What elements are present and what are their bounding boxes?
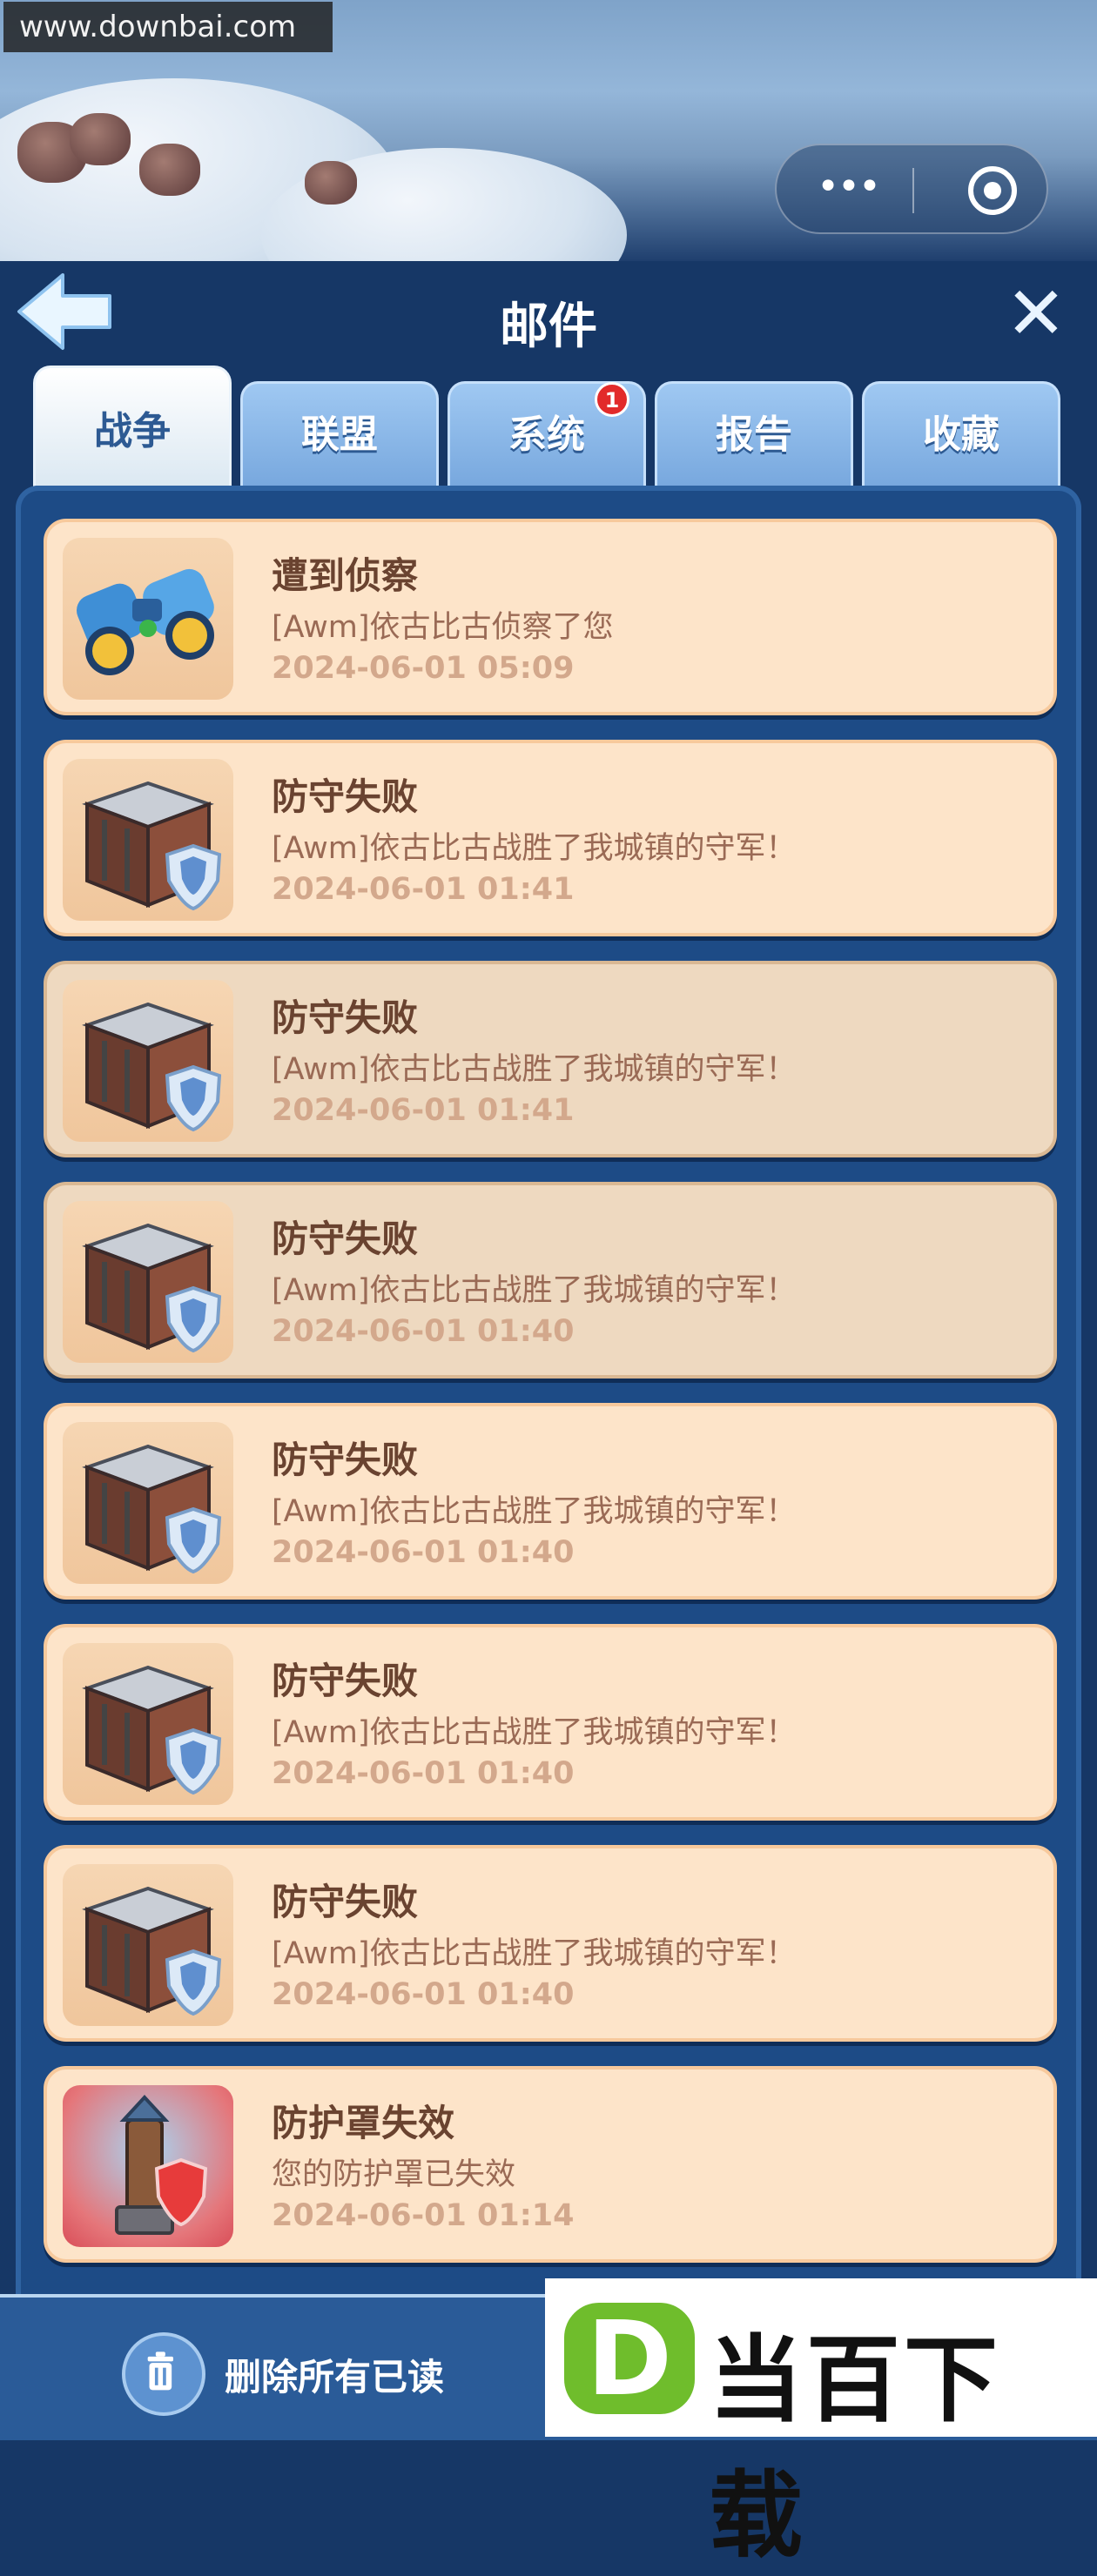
close-icon[interactable]: ✕: [1003, 277, 1069, 350]
castle-shield-icon: [82, 1444, 222, 1574]
mail-title: 防守失败: [272, 1218, 419, 1260]
mail-body: [Awm]依古比古战胜了我城镇的守军！: [272, 1715, 797, 1750]
mail-item[interactable]: 防守失败 [Awm]依古比古战胜了我城镇的守军！ 2024-06-01 01:4…: [44, 1403, 1057, 1600]
mail-time: 2024-06-01 05:09: [272, 651, 575, 686]
mail-time: 2024-06-01 01:40: [272, 1535, 575, 1570]
page-title: 邮件: [500, 299, 597, 355]
mail-body: [Awm]依古比古战胜了我城镇的守军！: [272, 1936, 797, 1971]
more-icon[interactable]: •••: [813, 168, 883, 210]
mail-title: 防守失败: [272, 1881, 419, 1923]
mail-time: 2024-06-01 01:40: [272, 1314, 575, 1349]
mini-program-capsule: •••: [775, 144, 1048, 234]
mail-title: 防守失败: [272, 1660, 419, 1702]
mail-title: 防护罩失效: [272, 2102, 455, 2144]
mail-icon-box: [63, 980, 233, 1142]
mail-header: 邮件 ✕: [0, 261, 1097, 366]
mail-title: 防守失败: [272, 775, 419, 818]
mail-icon-box: [63, 538, 233, 700]
binoculars-icon: [76, 568, 214, 675]
castle-shield-icon: [82, 781, 222, 911]
rock: [139, 144, 200, 196]
mail-icon-box: [63, 759, 233, 921]
tab-system-label: 系统: [508, 413, 585, 457]
close-program-icon[interactable]: [968, 166, 1017, 215]
mail-icon-box: [63, 1422, 233, 1584]
notification-badge: 1: [595, 382, 629, 417]
mail-icon-box: [63, 2085, 233, 2247]
tab-alliance[interactable]: 联盟: [240, 381, 439, 486]
mail-icon-box: [63, 1201, 233, 1363]
mail-item[interactable]: 防护罩失效 您的防护罩已失效 2024-06-01 01:14: [44, 2066, 1057, 2263]
mail-item[interactable]: 遭到侦察 [Awm]依古比古侦察了您 2024-06-01 05:09: [44, 519, 1057, 715]
mail-title: 防守失败: [272, 996, 419, 1039]
tab-favorites[interactable]: 收藏: [862, 381, 1060, 486]
mail-time: 2024-06-01 01:14: [272, 2198, 575, 2233]
mail-item[interactable]: 防守失败 [Awm]依古比古战胜了我城镇的守军！ 2024-06-01 01:4…: [44, 961, 1057, 1157]
mail-time: 2024-06-01 01:41: [272, 872, 575, 907]
mail-item[interactable]: 防守失败 [Awm]依古比古战胜了我城镇的守军！ 2024-06-01 01:4…: [44, 740, 1057, 936]
castle-shield-icon: [82, 1886, 222, 2016]
rock: [305, 161, 357, 205]
mail-icon-box: [63, 1864, 233, 2026]
mail-body: 您的防护罩已失效: [272, 2157, 516, 2192]
capsule-divider: [912, 168, 914, 213]
tab-war[interactable]: 战争: [33, 366, 232, 487]
mail-title: 遭到侦察: [272, 554, 419, 597]
rock: [70, 113, 131, 165]
mail-body: [Awm]依古比古战胜了我城镇的守军！: [272, 1273, 797, 1308]
mail-item[interactable]: 防守失败 [Awm]依古比古战胜了我城镇的守军！ 2024-06-01 01:4…: [44, 1182, 1057, 1379]
mail-item[interactable]: 防守失败 [Awm]依古比古战胜了我城镇的守军！ 2024-06-01 01:4…: [44, 1624, 1057, 1821]
brand-logo: D: [564, 2303, 695, 2414]
mail-time: 2024-06-01 01:40: [272, 1756, 575, 1791]
mail-item[interactable]: 防守失败 [Awm]依古比古战胜了我城镇的守军！ 2024-06-01 01:4…: [44, 1845, 1057, 2042]
castle-shield-icon: [82, 1665, 222, 1795]
brand-watermark: D 当百下载: [545, 2278, 1097, 2571]
trash-glyph: [147, 2351, 173, 2391]
mail-time: 2024-06-01 01:41: [272, 1093, 575, 1128]
tower-shield-icon: [115, 2095, 208, 2235]
castle-shield-icon: [82, 1002, 222, 1132]
watermark-url: www.downbai.com: [3, 2, 333, 52]
mail-title: 防守失败: [272, 1439, 419, 1481]
tab-report[interactable]: 报告: [655, 381, 853, 486]
mail-icon-box: [63, 1643, 233, 1805]
tab-system[interactable]: 系统 1: [448, 381, 646, 486]
trash-icon[interactable]: [122, 2332, 205, 2416]
mail-time: 2024-06-01 01:40: [272, 1977, 575, 2012]
mail-body: [Awm]依古比古战胜了我城镇的守军！: [272, 1052, 797, 1087]
delete-all-read-button[interactable]: 删除所有已读: [225, 2348, 444, 2401]
mail-body: [Awm]依古比古战胜了我城镇的守军！: [272, 1494, 797, 1529]
castle-shield-icon: [82, 1223, 222, 1353]
mail-tabs: 战争 联盟 系统 1 报告 收藏: [33, 366, 1064, 487]
top-banner: www.downbai.com •••: [0, 0, 1097, 261]
brand-name: 当百下载: [709, 2326, 1002, 2571]
mail-body: [Awm]依古比古侦察了您: [272, 610, 614, 645]
mail-body: [Awm]依古比古战胜了我城镇的守军！: [272, 831, 797, 866]
